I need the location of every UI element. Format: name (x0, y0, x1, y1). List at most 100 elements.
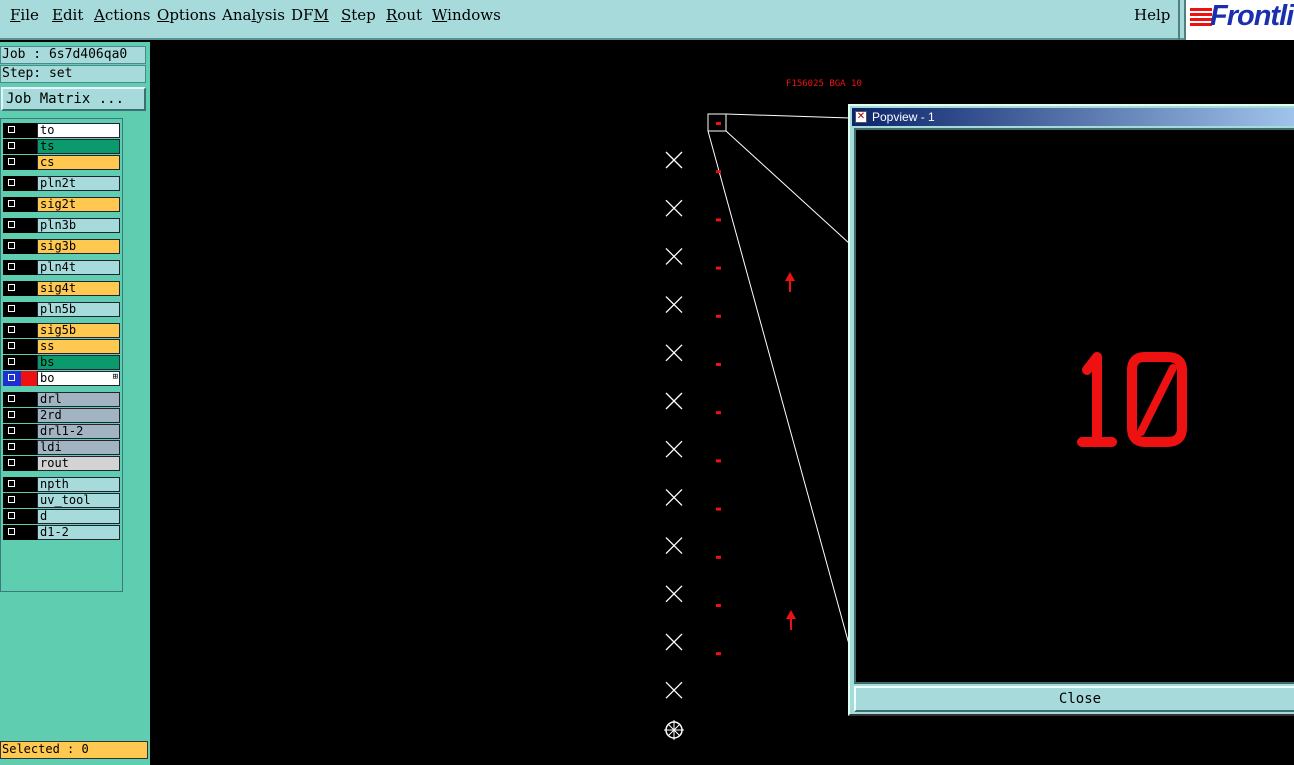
layer-checkbox[interactable] (3, 218, 21, 233)
popview-viewport[interactable]: 10 (854, 128, 1294, 684)
layer-display-color[interactable] (21, 424, 37, 439)
layer-row-drl[interactable]: drl (3, 392, 120, 407)
layer-row-bs[interactable]: bs (3, 355, 120, 370)
layer-display-color[interactable] (21, 123, 37, 138)
layer-checkbox[interactable] (3, 155, 21, 170)
layer-checkbox[interactable] (3, 525, 21, 540)
popview-titlebar[interactable]: ✕ Popview - 1 (852, 108, 1294, 126)
layer-row-ts[interactable]: ts (3, 139, 120, 154)
layer-row-to[interactable]: to (3, 123, 120, 138)
layer-name[interactable]: npth (37, 477, 120, 492)
layer-checkbox[interactable] (3, 139, 21, 154)
layer-checkbox[interactable] (3, 302, 21, 317)
layer-row-sig3b[interactable]: sig3b (3, 239, 120, 254)
layer-checkbox[interactable] (3, 339, 21, 354)
layer-row-ss[interactable]: ss (3, 339, 120, 354)
layer-display-color[interactable] (21, 339, 37, 354)
layer-checkbox[interactable] (3, 493, 21, 508)
layer-display-color[interactable] (21, 440, 37, 455)
layer-checkbox[interactable] (3, 440, 21, 455)
layer-display-color[interactable] (21, 218, 37, 233)
menu-rout[interactable]: Rout (386, 6, 422, 24)
layer-display-color[interactable] (21, 477, 37, 492)
layer-name[interactable]: ldi (37, 440, 120, 455)
layer-row-d[interactable]: d (3, 509, 120, 524)
layer-row-ldi[interactable]: ldi (3, 440, 120, 455)
layer-display-color[interactable] (21, 525, 37, 540)
layer-display-color[interactable] (21, 281, 37, 296)
layer-name[interactable]: cs (37, 155, 120, 170)
layer-name[interactable]: bo (37, 371, 120, 386)
layer-display-color[interactable] (21, 155, 37, 170)
layer-name[interactable]: pln2t (37, 176, 120, 191)
menu-options[interactable]: Options (157, 6, 216, 24)
menu-step[interactable]: Step (341, 6, 376, 24)
menu-help[interactable]: Help (1134, 6, 1170, 24)
layer-display-color[interactable] (21, 323, 37, 338)
close-button[interactable]: Close (854, 686, 1294, 712)
layer-display-color[interactable] (21, 355, 37, 370)
layer-name[interactable]: sig3b (37, 239, 120, 254)
layer-checkbox[interactable] (3, 509, 21, 524)
layer-display-color[interactable] (21, 456, 37, 471)
layer-checkbox[interactable] (3, 323, 21, 338)
layer-display-color[interactable] (21, 139, 37, 154)
layer-row-uv_tool[interactable]: uv_tool (3, 493, 120, 508)
layer-row-drl1-2[interactable]: drl1-2 (3, 424, 120, 439)
layer-name[interactable]: to (37, 123, 120, 138)
layer-display-color[interactable] (21, 493, 37, 508)
layer-row-pln5b[interactable]: pln5b (3, 302, 120, 317)
layer-row-pln3b[interactable]: pln3b (3, 218, 120, 233)
layer-row-pln4t[interactable]: pln4t (3, 260, 120, 275)
menu-windows[interactable]: Windows (432, 6, 501, 24)
layer-name[interactable]: rout (37, 456, 120, 471)
layer-checkbox[interactable] (3, 408, 21, 423)
layer-name[interactable]: pln4t (37, 260, 120, 275)
layer-name[interactable]: sig4t (37, 281, 120, 296)
menu-file[interactable]: File (10, 6, 39, 24)
layer-name[interactable]: bs (37, 355, 120, 370)
layer-name[interactable]: pln5b (37, 302, 120, 317)
job-matrix-button[interactable]: Job Matrix ... (1, 87, 146, 111)
layer-name[interactable]: sig5b (37, 323, 120, 338)
menu-edit[interactable]: Edit (52, 6, 83, 24)
layer-row-pln2t[interactable]: pln2t (3, 176, 120, 191)
layer-checkbox[interactable] (3, 392, 21, 407)
layer-checkbox[interactable] (3, 239, 21, 254)
layer-name[interactable]: pln3b (37, 218, 120, 233)
layer-display-color[interactable] (21, 239, 37, 254)
layer-display-color[interactable] (21, 197, 37, 212)
layer-row-cs[interactable]: cs (3, 155, 120, 170)
layer-display-color[interactable] (21, 371, 37, 386)
layer-checkbox[interactable] (3, 281, 21, 296)
layer-name[interactable]: d (37, 509, 120, 524)
layer-checkbox[interactable] (3, 456, 21, 471)
menu-dfm[interactable]: DFM (291, 6, 329, 24)
layer-row-npth[interactable]: npth (3, 477, 120, 492)
layer-row-bo[interactable]: bo ⊞ (3, 371, 120, 386)
layer-row-sig5b[interactable]: sig5b (3, 323, 120, 338)
layer-checkbox[interactable] (3, 123, 21, 138)
layer-checkbox[interactable] (3, 371, 21, 386)
layer-name[interactable]: drl1-2 (37, 424, 120, 439)
layer-display-color[interactable] (21, 176, 37, 191)
layer-checkbox[interactable] (3, 424, 21, 439)
layer-checkbox[interactable] (3, 477, 21, 492)
layer-row-sig2t[interactable]: sig2t (3, 197, 120, 212)
layer-name[interactable]: ss (37, 339, 120, 354)
layer-name[interactable]: 2rd (37, 408, 120, 423)
menu-analysis[interactable]: Analysis (222, 6, 285, 24)
layer-checkbox[interactable] (3, 355, 21, 370)
layer-row-d1-2[interactable]: d1-2 (3, 525, 120, 540)
layer-name[interactable]: drl (37, 392, 120, 407)
layer-row-rout[interactable]: rout (3, 456, 120, 471)
layer-name[interactable]: ts (37, 139, 120, 154)
layer-checkbox[interactable] (3, 197, 21, 212)
layer-display-color[interactable] (21, 302, 37, 317)
layer-name[interactable]: uv_tool (37, 493, 120, 508)
layer-checkbox[interactable] (3, 176, 21, 191)
layer-name[interactable]: d1-2 (37, 525, 120, 540)
menu-actions[interactable]: Actions (94, 6, 150, 24)
layer-name[interactable]: sig2t (37, 197, 120, 212)
layer-display-color[interactable] (21, 509, 37, 524)
